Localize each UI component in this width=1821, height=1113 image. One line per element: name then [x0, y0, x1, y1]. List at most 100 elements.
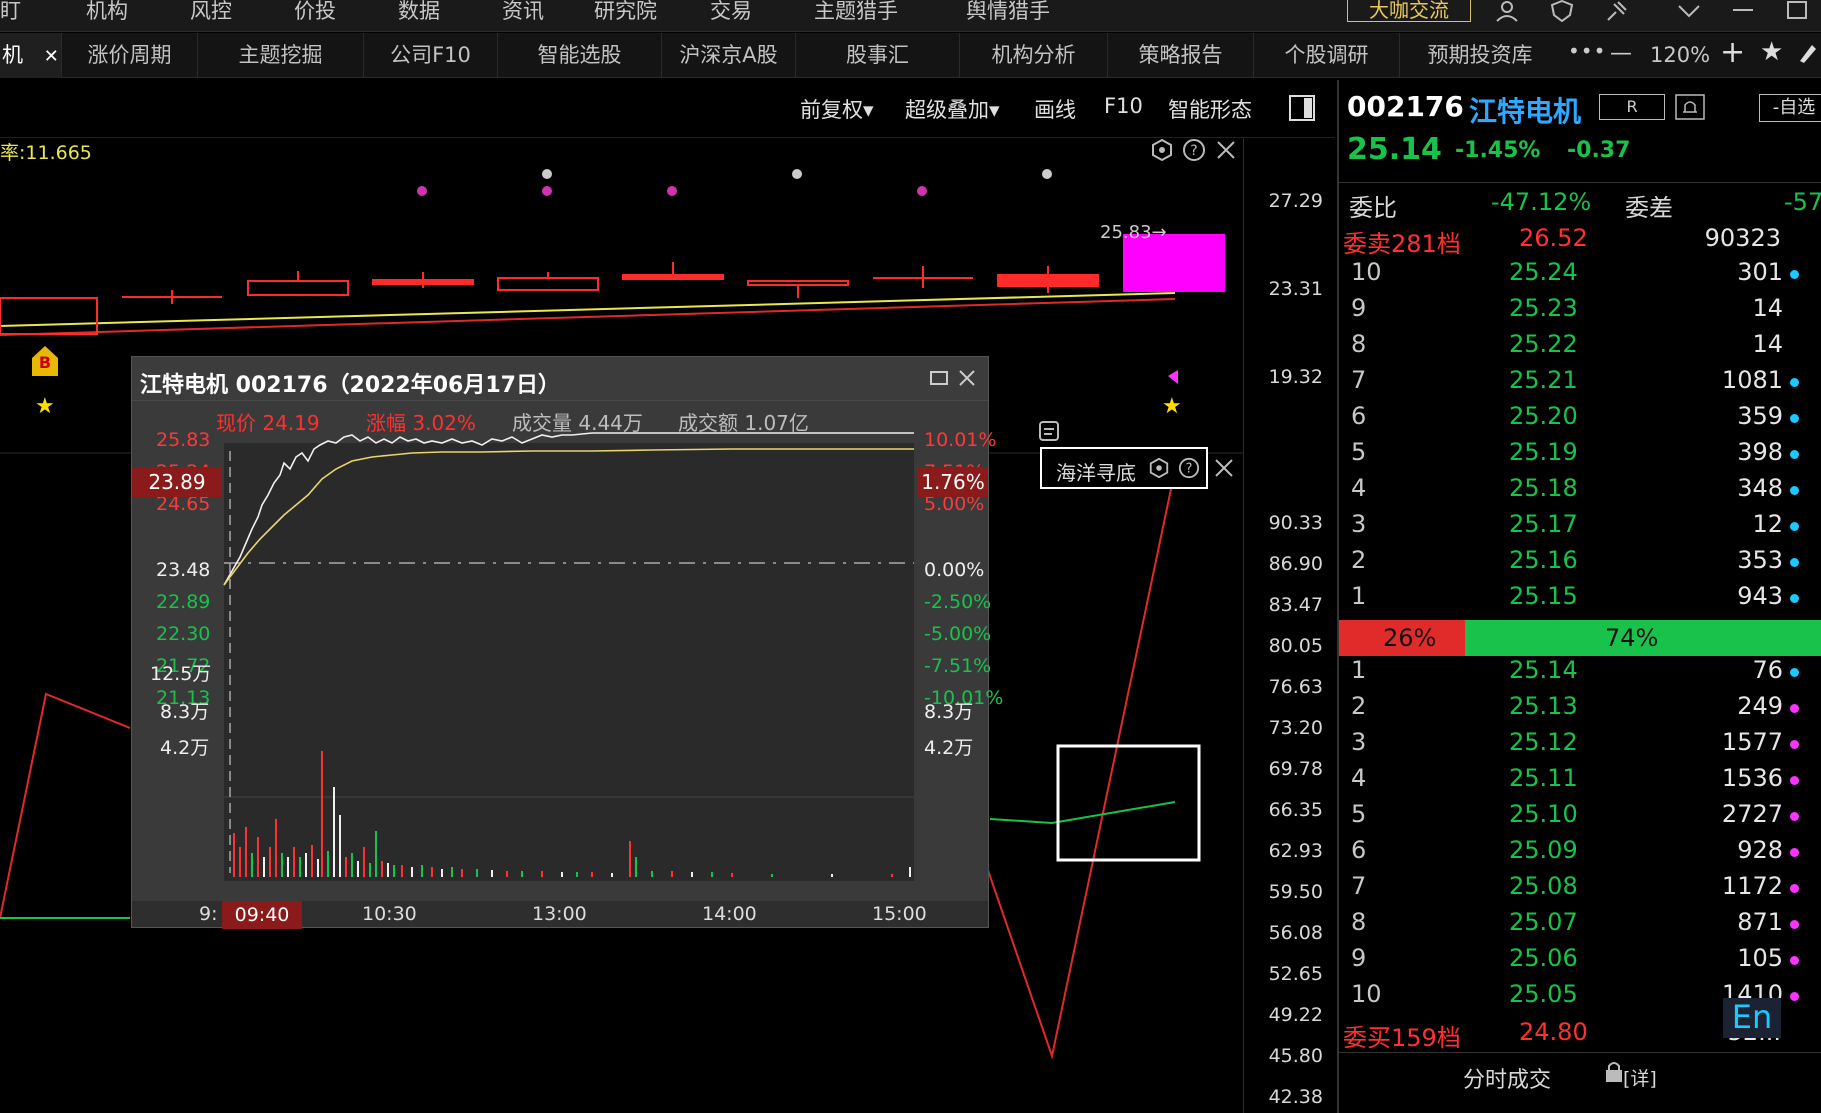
bid-price[interactable]: 25.13	[1509, 692, 1578, 720]
bid-price[interactable]: 25.07	[1509, 908, 1578, 936]
ask-row[interactable]: 6 25.20 359	[1339, 402, 1821, 438]
bid-row[interactable]: 1 25.14 76	[1339, 656, 1821, 692]
tab-company-f10[interactable]: 公司F10	[364, 33, 498, 78]
bid-row[interactable]: 8 25.07 871	[1339, 908, 1821, 944]
menu-item-theme-hunter[interactable]: 主题猎手	[814, 0, 898, 22]
chevron-down-icon[interactable]	[1676, 0, 1702, 27]
bid-price[interactable]: 25.05	[1509, 980, 1578, 1008]
tab-price-cycle[interactable]: 涨价周期	[62, 33, 198, 78]
ask-price[interactable]: 25.24	[1509, 258, 1578, 286]
bid-price[interactable]: 25.11	[1509, 764, 1578, 792]
tab-smart-screener[interactable]: 智能选股	[498, 33, 662, 78]
bid-row[interactable]: 4 25.11 1536	[1339, 764, 1821, 800]
zoom-in-button[interactable]: +	[1720, 35, 1745, 70]
ask-price[interactable]: 25.15	[1509, 582, 1578, 610]
ask-row[interactable]: 9 25.23 14	[1339, 294, 1821, 330]
menu-item-trade[interactable]: 交易	[710, 0, 752, 22]
ask-row[interactable]: 4 25.18 348	[1339, 474, 1821, 510]
menu-item-research[interactable]: 研究院	[594, 0, 657, 22]
ask-price[interactable]: 25.18	[1509, 474, 1578, 502]
ask-row[interactable]: 1 25.15 943	[1339, 582, 1821, 618]
bid-row[interactable]: 9 25.06 105	[1339, 944, 1821, 980]
star-icon[interactable]: ★	[1760, 37, 1783, 67]
adjust-dropdown[interactable]: 前复权▾	[800, 94, 874, 124]
stock-code: 002176	[1347, 90, 1464, 123]
tab-institution-analysis[interactable]: 机构分析	[960, 33, 1108, 78]
tab-stock-research[interactable]: 个股调研	[1254, 33, 1400, 78]
zoom-out-button[interactable]: —	[1610, 41, 1632, 66]
minimize-icon[interactable]	[1730, 0, 1756, 27]
bid-price[interactable]: 25.06	[1509, 944, 1578, 972]
help-icon[interactable]: ?	[1182, 138, 1206, 166]
menu-item-risk[interactable]: 风控	[190, 0, 232, 22]
time-tick: 9:	[199, 903, 218, 925]
lock-icon[interactable]	[1603, 1060, 1625, 1088]
panel-toggle-icon[interactable]	[1288, 94, 1316, 126]
draw-line-button[interactable]: 画线	[1034, 94, 1076, 124]
pin-icon[interactable]	[1604, 0, 1628, 27]
tab-strategy-report[interactable]: 策略报告	[1108, 33, 1254, 78]
ask-marker-dot	[1790, 522, 1799, 531]
smart-shape-button[interactable]: 智能形态	[1168, 94, 1252, 124]
ask-price[interactable]: 25.21	[1509, 366, 1578, 394]
stock-name[interactable]: 江特电机	[1469, 90, 1581, 130]
indicator-small-icon[interactable]	[1038, 420, 1060, 446]
more-icon[interactable]: •••	[1568, 39, 1606, 63]
ask-price[interactable]: 25.22	[1509, 330, 1578, 358]
ask-row[interactable]: 8 25.22 14	[1339, 330, 1821, 366]
tick-detail-link[interactable]: [详]	[1623, 1064, 1657, 1091]
user-icon[interactable]	[1494, 0, 1520, 27]
time-tick: 15:00	[872, 903, 927, 925]
menu-item-value[interactable]: 价投	[294, 0, 336, 22]
close-indicator-icon[interactable]	[1212, 456, 1236, 484]
menu-item-institution[interactable]: 机构	[86, 0, 128, 22]
r-badge[interactable]: R	[1599, 94, 1665, 120]
bid-row[interactable]: 3 25.12 1577	[1339, 728, 1821, 764]
menu-item-watch[interactable]: 盯	[0, 0, 21, 22]
tab-stock-events[interactable]: 股事汇	[796, 33, 960, 78]
indicator-ocean-bottom[interactable]: 海洋寻底 ?	[1040, 447, 1208, 489]
ask-row[interactable]: 10 25.24 301	[1339, 258, 1821, 294]
settings-icon[interactable]	[1148, 457, 1170, 483]
maximize-icon[interactable]	[1784, 0, 1810, 27]
help-icon[interactable]: ?	[1178, 457, 1200, 483]
close-icon[interactable]: ✕	[44, 46, 59, 67]
ask-row[interactable]: 7 25.21 1081	[1339, 366, 1821, 402]
close-icon[interactable]	[1214, 138, 1238, 166]
overlay-dropdown[interactable]: 超级叠加▾	[905, 94, 1000, 124]
ask-price[interactable]: 25.17	[1509, 510, 1578, 538]
menu-item-sentiment-hunter[interactable]: 舆情猎手	[966, 0, 1050, 22]
ask-price[interactable]: 25.19	[1509, 438, 1578, 466]
bid-row[interactable]: 6 25.09 928	[1339, 836, 1821, 872]
tab-expectation-library[interactable]: 预期投资库	[1400, 33, 1560, 78]
ask-row[interactable]: 2 25.16 353	[1339, 546, 1821, 582]
shield-icon[interactable]	[1550, 0, 1574, 27]
bid-price[interactable]: 25.14	[1509, 656, 1578, 684]
expert-chat-badge[interactable]: 大咖交流	[1347, 0, 1471, 22]
intraday-popup[interactable]: 江特电机 002176（2022年06月17日） 现价 24.19 涨幅 3.0…	[131, 356, 1003, 929]
tab-theme-mining[interactable]: 主题挖掘	[198, 33, 364, 78]
alert-bell-icon[interactable]	[1675, 94, 1705, 124]
bid-price[interactable]: 25.10	[1509, 800, 1578, 828]
ask-price[interactable]: 25.20	[1509, 402, 1578, 430]
bid-price[interactable]: 25.12	[1509, 728, 1578, 756]
ask-row[interactable]: 5 25.19 398	[1339, 438, 1821, 474]
add-watchlist-button[interactable]: -自选	[1759, 94, 1821, 122]
bid-row[interactable]: 7 25.08 1172	[1339, 872, 1821, 908]
ime-indicator[interactable]: En	[1723, 998, 1781, 1038]
ask-price[interactable]: 25.23	[1509, 294, 1578, 322]
bid-price[interactable]: 25.08	[1509, 872, 1578, 900]
f10-button[interactable]: F10	[1104, 94, 1143, 118]
axis-tick: 42.38	[1268, 1086, 1323, 1108]
ask-row[interactable]: 3 25.17 12	[1339, 510, 1821, 546]
tab-current-stock[interactable]: 机 ✕	[0, 33, 62, 78]
bid-price[interactable]: 25.09	[1509, 836, 1578, 864]
bid-row[interactable]: 2 25.13 249	[1339, 692, 1821, 728]
tab-a-shares[interactable]: 沪深京A股	[662, 33, 796, 78]
ask-price[interactable]: 25.16	[1509, 546, 1578, 574]
pen-icon[interactable]	[1796, 41, 1818, 69]
menu-item-data[interactable]: 数据	[398, 0, 440, 22]
menu-item-news[interactable]: 资讯	[502, 0, 544, 22]
settings-icon[interactable]	[1150, 138, 1174, 166]
bid-row[interactable]: 5 25.10 2727	[1339, 800, 1821, 836]
